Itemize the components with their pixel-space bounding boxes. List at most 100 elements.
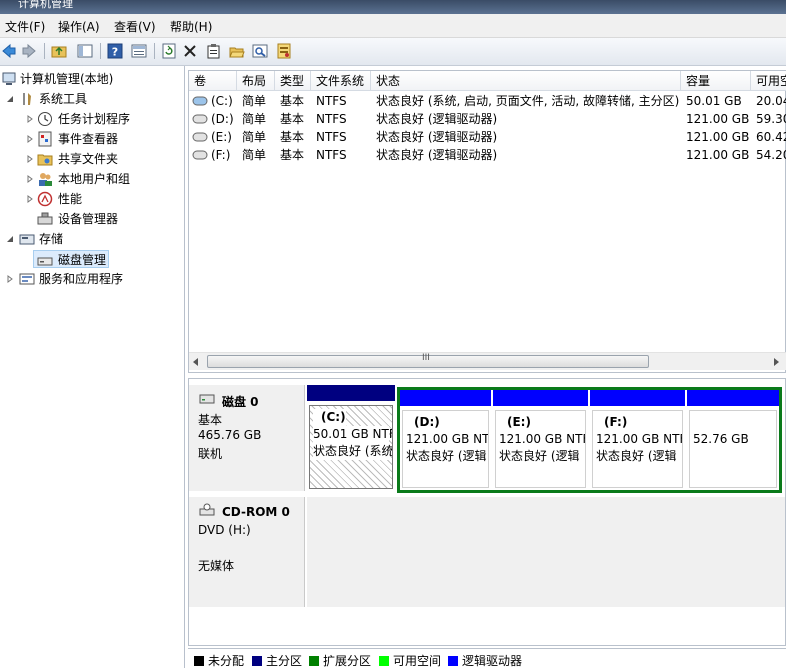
horizontal-scrollbar[interactable]: III: [189, 352, 786, 370]
menu-help[interactable]: 帮助(H): [170, 18, 212, 35]
expand-arrow-icon[interactable]: [26, 115, 34, 123]
computer-management-icon: [2, 72, 16, 85]
tree-label: 设备管理器: [58, 212, 119, 226]
partition-unlabeled-body: 52.76 GB: [689, 410, 777, 488]
table-cell: 121.00 GB: [686, 148, 750, 162]
menu-file[interactable]: 文件(F): [5, 18, 45, 35]
system-volume-icon: [192, 96, 208, 106]
table-cell: 50.01 GB: [686, 94, 742, 108]
forward-icon[interactable]: [20, 42, 38, 60]
legend: 未分配 主分区 扩展分区 可用空间 逻辑驱动器: [188, 648, 786, 668]
table-row[interactable]: (E:) 简单基本 NTFS 状态良好 (逻辑驱动器) 121.00 GB 60.42: [189, 128, 786, 146]
table-cell: 简单: [242, 94, 267, 108]
partition-c-body: (C:) 50.01 GB NTFS 状态良好 (系统: [309, 405, 393, 489]
partition-f[interactable]: (F:) 121.00 GB NTFS 状态良好 (逻辑: [590, 390, 685, 490]
tree-label: 计算机管理(本地): [20, 72, 114, 86]
navigation-tree: 计算机管理(本地) 系统工具 任务计划程序 事件查看器 共享文件夹 本地用户和组…: [0, 66, 185, 668]
cdrom0-media: 无媒体: [198, 559, 235, 573]
expand-arrow-icon[interactable]: [26, 155, 34, 163]
tree-label: 系统工具: [39, 92, 88, 106]
table-cell: NTFS: [316, 94, 347, 108]
column-header-type[interactable]: 类型: [275, 71, 311, 91]
collapse-arrow-icon[interactable]: [6, 95, 14, 103]
tree-label: 本地用户和组: [58, 172, 131, 186]
partition-label: (D:): [414, 415, 440, 429]
table-cell: 59.30: [756, 112, 786, 126]
cdrom0-info[interactable]: CD-ROM 0 DVD (H:) 无媒体: [189, 497, 305, 607]
column-header-status[interactable]: 状态: [371, 71, 681, 91]
settings-icon[interactable]: [275, 42, 293, 60]
menu-action[interactable]: 操作(A): [58, 18, 100, 35]
table-cell: 20.04: [756, 94, 786, 108]
cdrom-icon: [199, 503, 215, 516]
open-icon[interactable]: [228, 42, 246, 60]
tree-item-shared-folders[interactable]: 共享文件夹: [0, 150, 185, 168]
expand-arrow-icon[interactable]: [6, 275, 14, 283]
partition-label: (C:): [313, 409, 346, 426]
partition-f-body: (F:) 121.00 GB NTFS 状态良好 (逻辑: [592, 410, 683, 488]
scroll-left-icon[interactable]: [193, 358, 199, 366]
logical-drive-bar: [493, 390, 588, 406]
delete-icon[interactable]: [181, 42, 199, 60]
refresh-icon[interactable]: [160, 42, 178, 60]
table-cell: NTFS: [316, 130, 347, 144]
partition-size: 50.01 GB NTFS: [313, 426, 392, 443]
device-manager-icon: [37, 212, 53, 225]
table-row[interactable]: (D:) 简单基本 NTFS 状态良好 (逻辑驱动器) 121.00 GB 59.30: [189, 110, 786, 128]
table-cell: NTFS: [316, 112, 347, 126]
volume-icon: [192, 150, 208, 160]
legend-swatch: [194, 656, 204, 666]
table-cell: (C:): [211, 94, 233, 108]
back-icon[interactable]: [0, 42, 18, 60]
column-header-capacity[interactable]: 容量: [681, 71, 751, 91]
legend-swatch: [448, 656, 458, 666]
partition-unlabeled[interactable]: 52.76 GB: [687, 390, 779, 490]
column-header-free-space[interactable]: 可用空: [751, 71, 786, 91]
tree-item-event-viewer[interactable]: 事件查看器: [0, 130, 185, 148]
collapse-arrow-icon[interactable]: [6, 235, 14, 243]
partition-d[interactable]: (D:) 121.00 GB NTFS 状态良好 (逻辑: [400, 390, 491, 490]
logical-drive-bar: [590, 390, 685, 406]
partition-e[interactable]: (E:) 121.00 GB NTFS 状态良好 (逻辑: [493, 390, 588, 490]
console-icon[interactable]: [130, 42, 148, 60]
table-row[interactable]: (F:) 简单基本 NTFS 状态良好 (逻辑驱动器) 121.00 GB 54.20: [189, 146, 786, 164]
tree-label: 事件查看器: [58, 132, 119, 146]
tree-item-device-manager[interactable]: 设备管理器: [0, 210, 185, 228]
column-header-filesystem[interactable]: 文件系统: [311, 71, 371, 91]
table-cell: 简单: [242, 130, 267, 144]
help-icon[interactable]: ?: [106, 42, 124, 60]
disk0-size: 465.76 GB: [198, 428, 262, 442]
search-icon[interactable]: [251, 42, 269, 60]
up-folder-icon[interactable]: [50, 42, 68, 60]
tree-item-performance[interactable]: 性能: [0, 190, 185, 208]
expand-arrow-icon[interactable]: [26, 175, 34, 183]
disk0-info[interactable]: 磁盘 0 基本 465.76 GB 联机: [189, 385, 305, 491]
legend-swatch: [309, 656, 319, 666]
properties-icon[interactable]: [205, 42, 223, 60]
tree-item-disk-management[interactable]: 磁盘管理: [33, 250, 109, 268]
partition-c[interactable]: (C:) 50.01 GB NTFS 状态良好 (系统: [307, 385, 395, 491]
services-icon: [19, 273, 35, 285]
tree-item-local-users[interactable]: 本地用户和组: [0, 170, 185, 188]
column-header-layout[interactable]: 布局: [237, 71, 275, 91]
column-header-volume[interactable]: 卷: [189, 71, 237, 91]
show-hide-tree-icon[interactable]: [76, 42, 94, 60]
scroll-right-icon[interactable]: [773, 358, 779, 366]
menu-view[interactable]: 查看(V): [114, 18, 156, 35]
users-icon: [39, 173, 52, 186]
table-cell: 基本: [280, 148, 305, 162]
expand-arrow-icon[interactable]: [26, 135, 34, 143]
expand-arrow-icon[interactable]: [26, 195, 34, 203]
cdrom0-empty-area: [307, 497, 785, 607]
scrollbar-thumb[interactable]: III: [207, 353, 649, 368]
tree-item-system-tools[interactable]: 系统工具: [0, 90, 185, 108]
window-title-bar: 计算机管理: [0, 0, 786, 14]
tree-item-storage[interactable]: 存储: [0, 230, 185, 248]
table-cell: 状态良好 (系统, 启动, 页面文件, 活动, 故障转储, 主分区): [376, 94, 680, 108]
tree-label: 服务和应用程序: [39, 272, 124, 286]
table-row[interactable]: (C:) 简单 基本 NTFS 状态良好 (系统, 启动, 页面文件, 活动, 故障转储…: [189, 92, 786, 110]
partition-status: 状态良好 (系统: [313, 443, 393, 460]
tree-item-task-scheduler[interactable]: 任务计划程序: [0, 110, 185, 128]
tree-item-services-apps[interactable]: 服务和应用程序: [0, 270, 185, 288]
tree-item-computer-management[interactable]: 计算机管理(本地): [0, 70, 185, 88]
